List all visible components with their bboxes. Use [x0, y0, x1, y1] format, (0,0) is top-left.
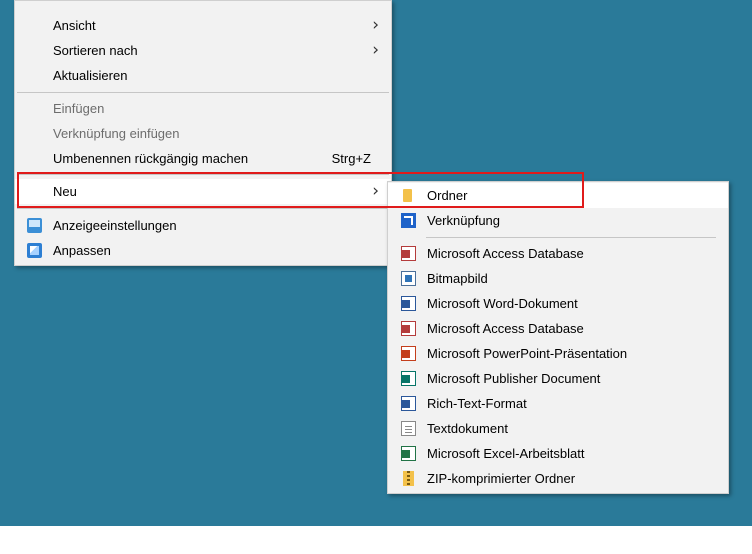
shortcut-icon [401, 213, 416, 228]
menu-item-verknuepfung-einfuegen: Verknüpfung einfügen [15, 121, 391, 146]
menu-item-label: Microsoft Word-Dokument [427, 296, 578, 311]
submenu-item-rich-text[interactable]: Rich-Text-Format [388, 391, 728, 416]
menu-item-label: ZIP-komprimierter Ordner [427, 471, 576, 486]
menu-item-anpassen[interactable]: Anpassen [15, 238, 391, 263]
menu-item-ansicht[interactable]: Ansicht › [15, 13, 391, 38]
menu-item-label: Umbenennen rückgängig machen [53, 151, 249, 166]
menu-item-label: Bitmapbild [427, 271, 488, 286]
submenu-item-bitmapbild[interactable]: Bitmapbild [388, 266, 728, 291]
menu-item-label: Verknüpfung einfügen [53, 126, 180, 141]
text-document-icon [401, 421, 416, 436]
annotation-highlight-box [17, 172, 584, 208]
menu-item-label: Microsoft Access Database [427, 246, 584, 261]
shortcut-text: Strg+Z [331, 151, 371, 166]
menu-item-label: Aktualisieren [53, 68, 128, 83]
rtf-icon [401, 396, 416, 411]
chevron-right-icon: › [372, 40, 379, 60]
excel-icon [401, 446, 416, 461]
submenu-item-excel[interactable]: Microsoft Excel-Arbeitsblatt [388, 441, 728, 466]
bitmap-icon [401, 271, 416, 286]
access-icon [401, 246, 416, 261]
desktop-context-menu: Ansicht › Sortieren nach › Aktualisieren… [14, 0, 392, 266]
submenu-item-access-database[interactable]: Microsoft Access Database [388, 241, 728, 266]
submenu-item-textdokument[interactable]: Textdokument [388, 416, 728, 441]
menu-separator [17, 208, 389, 209]
menu-separator [426, 237, 716, 238]
submenu-item-publisher[interactable]: Microsoft Publisher Document [388, 366, 728, 391]
display-settings-icon [27, 218, 42, 233]
menu-item-einfuegen: Einfügen [15, 96, 391, 121]
menu-item-anzeigeeinstellungen[interactable]: Anzeigeeinstellungen [15, 213, 391, 238]
access-icon [401, 321, 416, 336]
menu-item-label: Anpassen [53, 243, 111, 258]
menu-item-label: Sortieren nach [53, 43, 138, 58]
word-icon [401, 296, 416, 311]
menu-item-label: Ansicht [53, 18, 96, 33]
zip-folder-icon [403, 471, 414, 486]
menu-item-label: Textdokument [427, 421, 508, 436]
submenu-item-word-dokument[interactable]: Microsoft Word-Dokument [388, 291, 728, 316]
submenu-item-zip-ordner[interactable]: ZIP-komprimierter Ordner [388, 466, 728, 491]
new-submenu: Ordner Verknüpfung Microsoft Access Data… [387, 181, 729, 494]
chevron-right-icon: › [372, 15, 379, 35]
menu-item-label: Anzeigeeinstellungen [53, 218, 177, 233]
menu-item-label: Microsoft Access Database [427, 321, 584, 336]
menu-item-label: Microsoft PowerPoint-Präsentation [427, 346, 628, 361]
menu-item-label: Verknüpfung [427, 213, 501, 228]
powerpoint-icon [401, 346, 416, 361]
personalize-icon [27, 243, 42, 258]
menu-item-aktualisieren[interactable]: Aktualisieren [15, 63, 391, 88]
submenu-item-access-database-2[interactable]: Microsoft Access Database [388, 316, 728, 341]
menu-item-label: Microsoft Publisher Document [427, 371, 601, 386]
publisher-icon [401, 371, 416, 386]
menu-item-umbenennen-rueckgaengig[interactable]: Umbenennen rückgängig machen Strg+Z [15, 146, 391, 171]
submenu-item-verknuepfung[interactable]: Verknüpfung [388, 208, 728, 233]
menu-item-sortieren-nach[interactable]: Sortieren nach › [15, 38, 391, 63]
menu-item-label: Rich-Text-Format [427, 396, 527, 411]
submenu-item-powerpoint[interactable]: Microsoft PowerPoint-Präsentation [388, 341, 728, 366]
menu-item-label: Einfügen [53, 101, 105, 116]
menu-item-label: Microsoft Excel-Arbeitsblatt [427, 446, 585, 461]
menu-separator [17, 92, 389, 93]
